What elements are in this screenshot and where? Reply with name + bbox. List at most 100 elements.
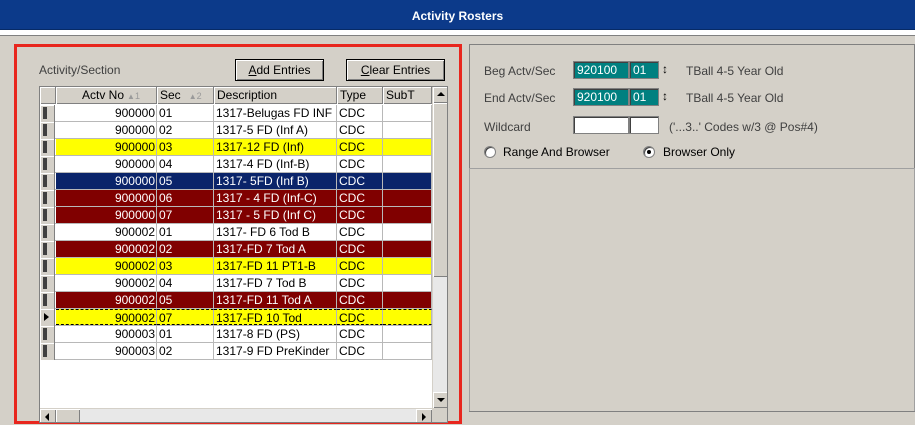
row-selector[interactable] [40, 224, 55, 241]
section-label: Activity/Section [39, 63, 121, 77]
sec-cell: 04 [157, 156, 214, 172]
scroll-corner [432, 408, 447, 422]
end-sec-field[interactable]: 01 [629, 88, 659, 106]
sec-cell: 05 [157, 173, 214, 189]
type-cell: CDC [337, 241, 383, 257]
browser-only-label[interactable]: Browser Only [663, 145, 735, 159]
subt-cell [383, 156, 432, 172]
row-selector[interactable] [40, 258, 55, 275]
sec-cell: 02 [157, 122, 214, 138]
sec-cell: 02 [157, 343, 214, 359]
sec-cell: 01 [157, 326, 214, 342]
row-selector[interactable] [40, 326, 55, 343]
row-marker-icon [43, 277, 47, 289]
sort-asc-icon: ▲ [188, 92, 197, 101]
table-row[interactable]: 900000 04 1317-4 FD (Inf-B) CDC [40, 156, 432, 173]
row-marker-icon [43, 226, 47, 238]
range-criteria-panel: Beg Actv/Sec 920100 01 ↕ TBall 4-5 Year … [469, 44, 915, 169]
description-cell: 1317- FD 6 Tod B [214, 224, 337, 240]
activity-grid[interactable]: Actv No ▲1 Sec ▲2 Description Type SubT 90… [39, 86, 448, 423]
scroll-left-button[interactable] [40, 409, 56, 422]
clear-entries-button[interactable]: Clear Entries [346, 59, 445, 81]
table-row[interactable]: 900002 01 1317- FD 6 Tod B CDC [40, 224, 432, 241]
range-and-browser-radio[interactable] [484, 146, 496, 158]
wildcard-sec-field[interactable] [629, 116, 659, 134]
row-selector[interactable] [40, 275, 55, 292]
beg-sec-field[interactable]: 01 [629, 61, 659, 79]
type-cell: CDC [337, 326, 383, 342]
table-row[interactable]: 900002 07 1317-FD 10 Tod CDC [40, 309, 432, 326]
type-cell: CDC [337, 190, 383, 206]
description-cell: 1317-Belugas FD INF [214, 105, 337, 121]
description-cell: 1317-4 FD (Inf-B) [214, 156, 337, 172]
column-actv-no[interactable]: Actv No ▲1 [56, 87, 157, 104]
end-spin-icon[interactable]: ↕ [662, 89, 668, 103]
add-entries-button[interactable]: Add Entries [235, 59, 324, 81]
sec-cell: 01 [157, 105, 214, 121]
table-row[interactable]: 900002 03 1317-FD 11 PT1-B CDC [40, 258, 432, 275]
type-cell: CDC [337, 173, 383, 189]
subt-cell [383, 292, 432, 308]
horizontal-scroll-thumb[interactable] [56, 409, 80, 422]
table-row[interactable]: 900000 03 1317-12 FD (Inf) CDC [40, 139, 432, 156]
scroll-down-button[interactable] [433, 392, 447, 408]
row-marker-icon [43, 158, 47, 170]
table-row[interactable]: 900002 02 1317-FD 7 Tod A CDC [40, 241, 432, 258]
column-type[interactable]: Type [337, 87, 383, 104]
beg-spin-icon[interactable]: ↕ [662, 62, 668, 76]
row-selector[interactable] [40, 309, 55, 326]
vertical-scrollbar[interactable] [432, 87, 447, 408]
type-cell: CDC [337, 156, 383, 172]
end-actv-sec-label: End Actv/Sec [484, 91, 556, 105]
row-selector[interactable] [40, 343, 55, 360]
table-row[interactable]: 900000 01 1317-Belugas FD INF CDC [40, 105, 432, 122]
range-and-browser-label[interactable]: Range And Browser [503, 145, 610, 159]
table-row[interactable]: 900003 02 1317-9 FD PreKinder CDC [40, 343, 432, 360]
table-row[interactable]: 900002 04 1317-FD 7 Tod B CDC [40, 275, 432, 292]
column-subt[interactable]: SubT [383, 87, 432, 104]
table-row[interactable]: 900000 02 1317-5 FD (Inf A) CDC [40, 122, 432, 139]
column-sec[interactable]: Sec ▲2 [157, 87, 214, 104]
row-header-corner [40, 87, 56, 104]
row-selector[interactable] [40, 241, 55, 258]
type-cell: CDC [337, 309, 383, 325]
horizontal-scrollbar[interactable] [40, 408, 432, 422]
table-row[interactable]: 900003 01 1317-8 FD (PS) CDC [40, 326, 432, 343]
grid-header: Actv No ▲1 Sec ▲2 Description Type SubT [40, 87, 447, 104]
row-selector[interactable] [40, 173, 55, 190]
browser-only-radio[interactable] [643, 146, 655, 158]
sec-cell: 01 [157, 224, 214, 240]
row-selector[interactable] [40, 190, 55, 207]
vertical-scroll-thumb[interactable] [433, 103, 447, 277]
type-cell: CDC [337, 122, 383, 138]
subt-cell [383, 258, 432, 274]
subt-cell [383, 207, 432, 223]
add-entries-label: dd Entries [256, 63, 311, 77]
row-selector[interactable] [40, 207, 55, 224]
description-cell: 1317-FD 10 Tod [214, 309, 337, 325]
end-actv-field[interactable]: 920100 [573, 88, 629, 106]
scroll-right-button[interactable] [416, 409, 432, 422]
column-description[interactable]: Description [214, 87, 337, 104]
row-selector[interactable] [40, 156, 55, 173]
scroll-up-button[interactable] [433, 87, 447, 103]
subt-cell [383, 224, 432, 240]
description-cell: 1317-FD 7 Tod A [214, 241, 337, 257]
row-selector[interactable] [40, 292, 55, 309]
actv-no-cell: 900002 [56, 258, 157, 274]
beg-actv-field[interactable]: 920100 [573, 61, 629, 79]
row-selector[interactable] [40, 105, 55, 122]
wildcard-actv-field[interactable] [573, 116, 629, 134]
row-selector[interactable] [40, 122, 55, 139]
activity-section-panel: Activity/Section Add Entries Clear Entri… [14, 44, 462, 424]
row-selector[interactable] [40, 139, 55, 156]
sec-cell: 07 [157, 207, 214, 223]
table-row[interactable]: 900000 05 1317- 5FD (Inf B) CDC [40, 173, 432, 190]
table-row[interactable]: 900002 05 1317-FD 11 Tod A CDC [40, 292, 432, 309]
subt-cell [383, 173, 432, 189]
arrow-right-icon [422, 413, 426, 421]
table-row[interactable]: 900000 07 1317 - 5 FD (Inf C) CDC [40, 207, 432, 224]
description-cell: 1317 - 4 FD (Inf-C) [214, 190, 337, 206]
table-row[interactable]: 900000 06 1317 - 4 FD (Inf-C) CDC [40, 190, 432, 207]
description-cell: 1317-FD 11 PT1-B [214, 258, 337, 274]
